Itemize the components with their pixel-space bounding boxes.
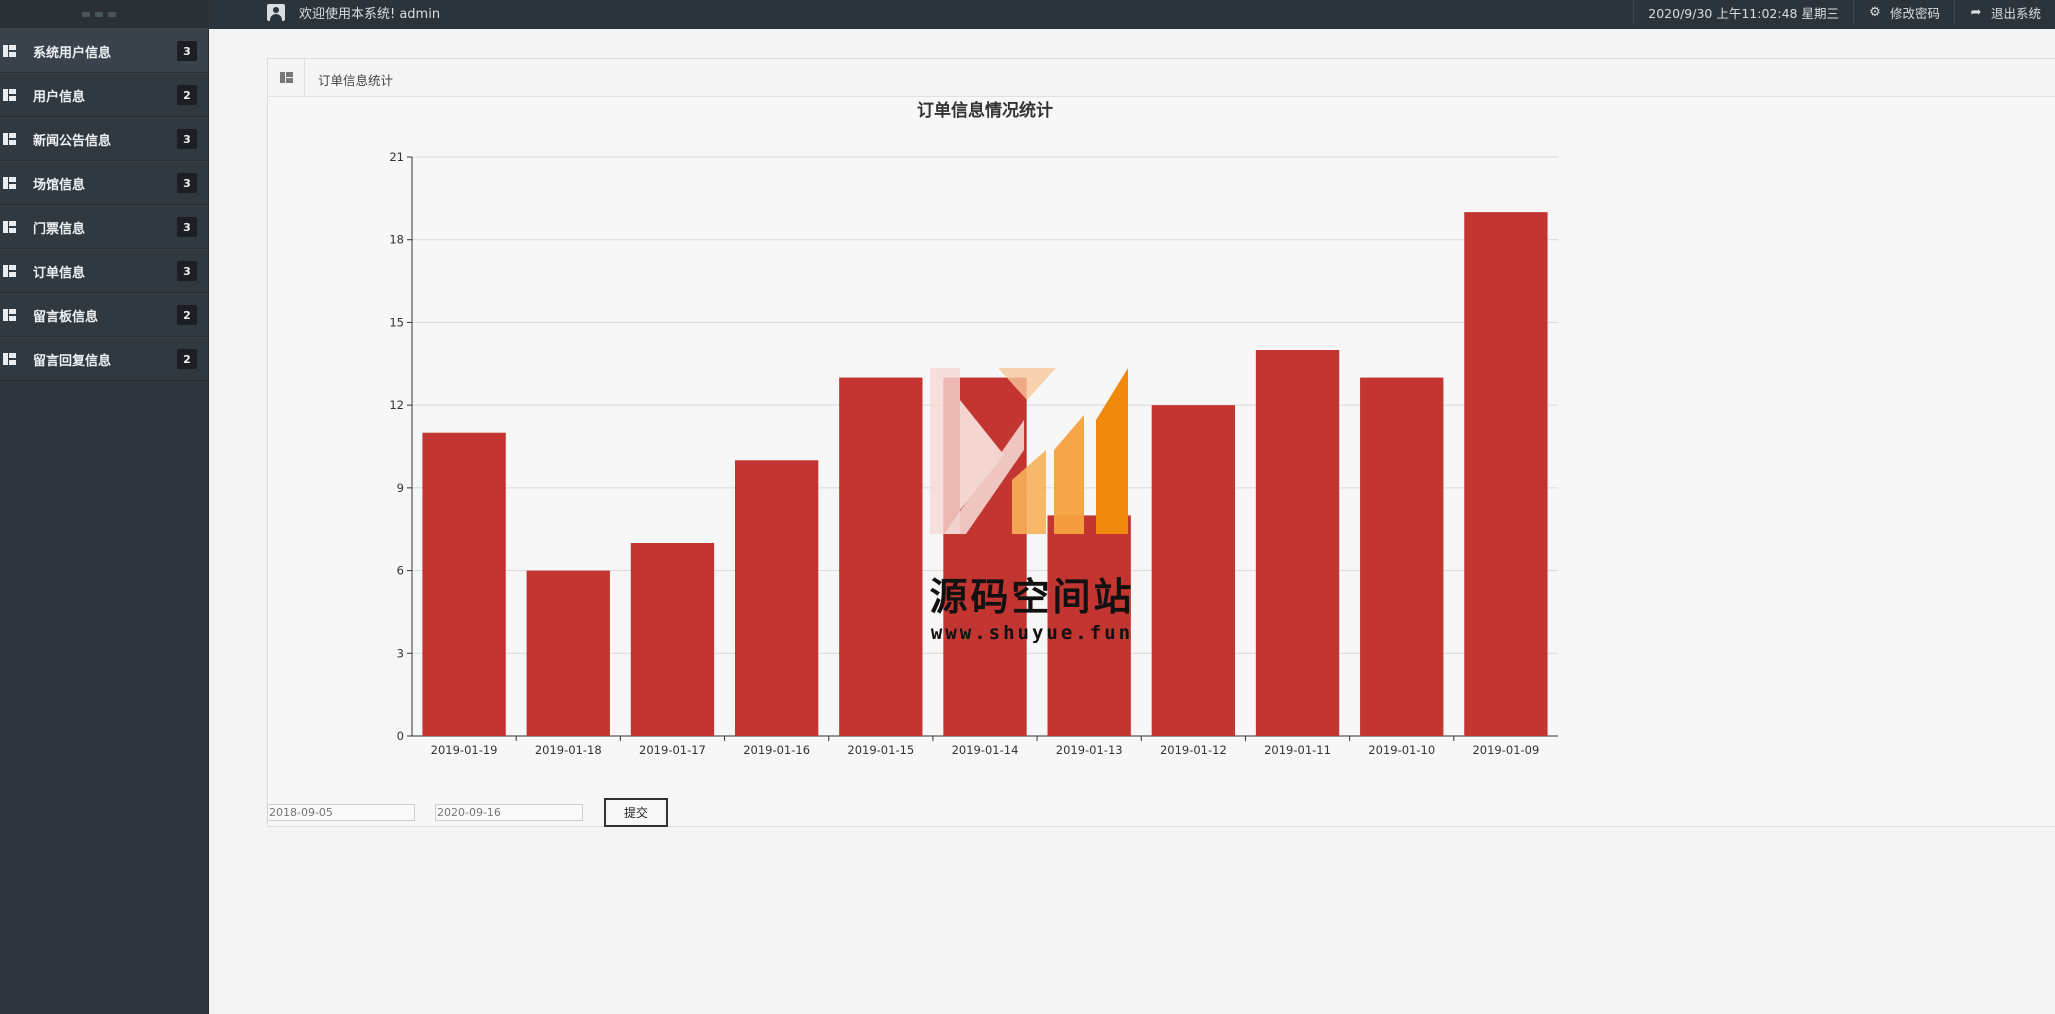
- x-tick-label: 2019-01-13: [1056, 743, 1123, 757]
- submit-button[interactable]: 提交: [604, 798, 668, 827]
- y-tick-label: 12: [389, 398, 404, 412]
- bar[interactable]: [1360, 377, 1444, 736]
- bar[interactable]: [630, 543, 715, 736]
- bar[interactable]: [422, 432, 506, 736]
- start-date-input[interactable]: [267, 804, 415, 821]
- x-tick-label: 2019-01-10: [1368, 743, 1435, 757]
- x-tick-label: 2019-01-17: [639, 743, 706, 757]
- y-tick-label: 18: [389, 233, 404, 247]
- bar[interactable]: [1151, 405, 1236, 736]
- end-date-input[interactable]: [435, 804, 583, 821]
- bar-chart: 订单信息情况统计 0 3 6 9 12 15 18 21 2019-01-19 2019-01-18…: [389, 100, 1558, 757]
- bar[interactable]: [943, 377, 1027, 736]
- x-tick-label: 2019-01-18: [535, 743, 602, 757]
- y-tick-label: 0: [397, 729, 404, 743]
- x-tick-label: 2019-01-19: [431, 743, 498, 757]
- y-tick-label: 9: [397, 481, 404, 495]
- x-tick-label: 2019-01-14: [952, 743, 1019, 757]
- bar[interactable]: [1255, 350, 1340, 736]
- x-tick-label: 2019-01-15: [847, 743, 914, 757]
- bar[interactable]: [839, 377, 923, 736]
- y-tick-label: 15: [389, 315, 404, 329]
- bar[interactable]: [526, 570, 610, 736]
- x-tick-label: 2019-01-12: [1160, 743, 1227, 757]
- bar[interactable]: [734, 460, 819, 736]
- y-tick-label: 3: [397, 646, 404, 660]
- y-tick-label: 21: [389, 150, 404, 164]
- x-tick-label: 2019-01-09: [1472, 743, 1539, 757]
- bar[interactable]: [1464, 212, 1548, 737]
- bar[interactable]: [1047, 515, 1131, 736]
- x-tick-label: 2019-01-11: [1264, 743, 1331, 757]
- y-tick-label: 6: [397, 564, 404, 578]
- chart-title: 订单信息情况统计: [917, 100, 1053, 121]
- x-tick-label: 2019-01-16: [743, 743, 810, 757]
